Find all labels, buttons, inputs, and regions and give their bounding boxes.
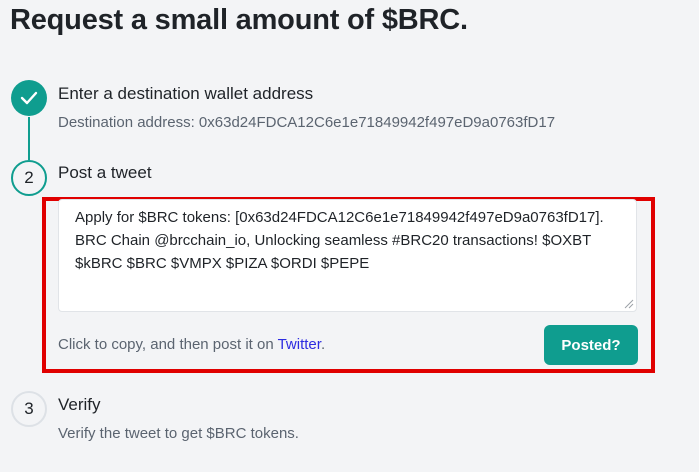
tweet-textarea[interactable]: Apply for $BRC tokens: [0x63d24FDCA12C6e… [58,199,637,312]
destination-address-label: Destination address: [58,114,195,131]
resize-handle-icon[interactable] [624,299,634,309]
step-3-number: 3 [24,399,34,418]
posted-button[interactable]: Posted? [544,325,638,365]
step-1-title: Enter a destination wallet address [58,84,314,103]
twitter-link[interactable]: Twitter [278,336,321,353]
step-2-number: 2 [24,168,34,187]
page-title: Request a small amount of $BRC. [10,4,468,36]
step-connector [28,117,30,160]
step-2-indicator: 2 [11,160,47,196]
step-3-subtitle: Verify the tweet to get $BRC tokens. [58,425,299,442]
copy-hint: Click to copy, and then post it on Twitt… [58,336,325,353]
tweet-text: Apply for $BRC tokens: [0x63d24FDCA12C6e… [75,209,604,272]
step-2-title: Post a tweet [58,163,152,182]
destination-address: Destination address: 0x63d24FDCA12C6e1e7… [58,114,555,131]
copy-hint-end: . [320,336,326,353]
step-1-complete-indicator [11,80,47,116]
check-icon [20,91,38,105]
step-3-indicator: 3 [11,391,47,427]
copy-hint-text: Click to copy, and then post it on [58,336,274,353]
step-3-title: Verify [58,395,101,414]
destination-address-value: 0x63d24FDCA12C6e1e71849942f497eD9a0763fD… [198,114,556,131]
